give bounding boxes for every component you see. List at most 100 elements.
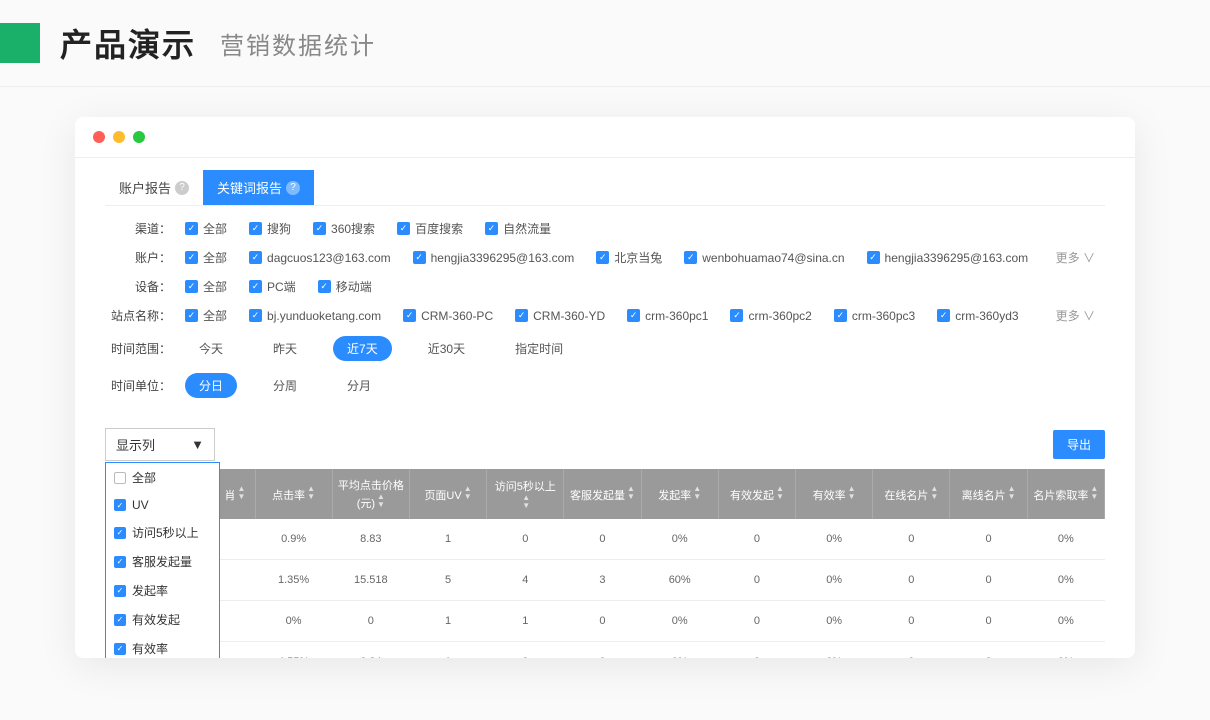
tab-account-report[interactable]: 账户报告 ?	[105, 170, 203, 205]
dropdown-item[interactable]: ✓有效率	[106, 634, 219, 658]
columns-dropdown-button[interactable]: 显示列 ▼	[105, 428, 215, 461]
filter-checkbox[interactable]: ✓wenbohuamao74@sina.cn	[684, 251, 844, 265]
sort-icon[interactable]: ▲▼	[776, 485, 784, 501]
sort-icon[interactable]: ▲▼	[377, 493, 385, 509]
time-option[interactable]: 近7天	[333, 336, 392, 361]
sort-icon[interactable]: ▲▼	[627, 485, 635, 501]
table-cell: 0%	[255, 601, 332, 642]
filter-checkbox[interactable]: ✓dagcuos123@163.com	[249, 251, 391, 265]
filter-row: 账户：✓全部✓dagcuos123@163.com✓hengjia3396295…	[105, 249, 1105, 266]
filter-option-label: crm-360yd3	[955, 309, 1018, 323]
filter-checkbox[interactable]: ✓移动端	[318, 278, 372, 295]
dropdown-item-label: 有效发起	[132, 611, 180, 628]
column-header[interactable]: 肖▲▼	[215, 469, 255, 519]
table-cell	[215, 601, 255, 642]
dropdown-item[interactable]: ✓访问5秒以上	[106, 518, 219, 547]
accent-block	[0, 23, 40, 63]
dropdown-label: 显示列	[116, 435, 155, 454]
time-option[interactable]: 近30天	[414, 336, 479, 361]
column-header[interactable]: 页面UV▲▼	[409, 469, 486, 519]
sort-icon[interactable]: ▲▼	[1090, 485, 1098, 501]
dropdown-item[interactable]: ✓有效发起	[106, 605, 219, 634]
filter-checkbox[interactable]: ✓bj.yunduoketang.com	[249, 309, 381, 323]
filter-checkbox[interactable]: ✓北京当兔	[596, 249, 662, 266]
filter-option-label: wenbohuamao74@sina.cn	[702, 251, 844, 265]
filter-option-label: 全部	[203, 307, 227, 324]
filter-checkbox[interactable]: ✓全部	[185, 249, 227, 266]
filter-checkbox[interactable]: ✓crm-360pc2	[730, 309, 811, 323]
time-option[interactable]: 分月	[333, 373, 385, 398]
filter-checkbox[interactable]: ✓crm-360pc1	[627, 309, 708, 323]
filter-checkbox[interactable]: ✓CRM-360-PC	[403, 309, 493, 323]
column-header[interactable]: 客服发起量▲▼	[564, 469, 641, 519]
filter-options: ✓全部 ✓PC端 ✓移动端	[185, 278, 1105, 295]
filter-checkbox[interactable]: ✓hengjia3396295@163.com	[413, 251, 575, 265]
time-option[interactable]: 分日	[185, 373, 237, 398]
filter-checkbox[interactable]: ✓hengjia3396295@163.com	[867, 251, 1029, 265]
filter-checkbox[interactable]: ✓crm-360yd3	[937, 309, 1018, 323]
tab-keyword-report[interactable]: 关键词报告 ?	[203, 170, 314, 205]
more-toggle[interactable]: 更多 ∨	[1056, 249, 1105, 266]
sort-icon[interactable]: ▲▼	[1008, 485, 1016, 501]
filter-checkbox[interactable]: ✓百度搜索	[397, 220, 463, 237]
sort-icon[interactable]: ▲▼	[848, 485, 856, 501]
sort-icon[interactable]: ▲▼	[693, 485, 701, 501]
column-header[interactable]: 有效率▲▼	[796, 469, 873, 519]
maximize-icon[interactable]	[133, 131, 145, 143]
close-icon[interactable]	[93, 131, 105, 143]
table-cell: 0	[950, 560, 1027, 601]
filter-options: ✓全部✓dagcuos123@163.com✓hengjia3396295@16…	[185, 249, 1056, 266]
column-header[interactable]: 名片索取率▲▼	[1027, 469, 1104, 519]
table-cell: 0	[332, 601, 409, 642]
filter-checkbox[interactable]: ✓PC端	[249, 278, 296, 295]
filter-checkbox[interactable]: ✓全部	[185, 220, 227, 237]
export-button[interactable]: 导出	[1053, 430, 1105, 459]
column-header[interactable]: 有效发起▲▼	[718, 469, 795, 519]
dropdown-item[interactable]: ✓全部	[106, 463, 219, 492]
sort-icon[interactable]: ▲▼	[930, 485, 938, 501]
column-header[interactable]: 发起率▲▼	[641, 469, 718, 519]
filter-checkbox[interactable]: ✓360搜索	[313, 220, 375, 237]
time-option[interactable]: 昨天	[259, 336, 311, 361]
minimize-icon[interactable]	[113, 131, 125, 143]
table-cell: 15.518	[332, 560, 409, 601]
sort-icon[interactable]: ▲▼	[307, 485, 315, 501]
dropdown-item[interactable]: ✓UV	[106, 492, 219, 518]
filter-label: 设备：	[105, 278, 185, 295]
table-cell: 0.9%	[255, 519, 332, 560]
column-header[interactable]: 平均点击价格(元)▲▼	[332, 469, 409, 519]
time-option[interactable]: 今天	[185, 336, 237, 361]
tab-label: 账户报告	[119, 178, 171, 197]
sort-icon[interactable]: ▲▼	[522, 494, 530, 510]
time-option[interactable]: 分周	[259, 373, 311, 398]
sort-icon[interactable]: ▲▼	[238, 485, 246, 501]
filter-checkbox[interactable]: ✓crm-360pc3	[834, 309, 915, 323]
table-cell: 0%	[641, 519, 718, 560]
filter-option-label: hengjia3396295@163.com	[885, 251, 1029, 265]
columns-dropdown-panel[interactable]: ✓全部✓UV✓访问5秒以上✓客服发起量✓发起率✓有效发起✓有效率✓在线名片✓离线…	[105, 462, 220, 658]
check-icon: ✓	[249, 251, 262, 264]
check-icon: ✓	[485, 222, 498, 235]
more-toggle[interactable]: 更多 ∨	[1056, 307, 1105, 324]
dropdown-item[interactable]: ✓发起率	[106, 576, 219, 605]
filter-checkbox[interactable]: ✓CRM-360-YD	[515, 309, 605, 323]
help-icon[interactable]: ?	[286, 181, 300, 195]
table-header-row: 账户肖▲▼点击率▲▼平均点击价格(元)▲▼页面UV▲▼访问5秒以上▲▼客服发起量…	[105, 469, 1105, 519]
check-icon: ✓	[185, 222, 198, 235]
filter-checkbox[interactable]: ✓全部	[185, 307, 227, 324]
filter-checkbox[interactable]: ✓全部	[185, 278, 227, 295]
dropdown-item[interactable]: ✓客服发起量	[106, 547, 219, 576]
check-icon: ✓	[114, 472, 126, 484]
filter-option-label: CRM-360-PC	[421, 309, 493, 323]
tab-label: 关键词报告	[217, 178, 282, 197]
column-header[interactable]: 访问5秒以上▲▼	[487, 469, 564, 519]
filter-checkbox[interactable]: ✓自然流量	[485, 220, 551, 237]
table-row: 堂bj-云朵课堂4.55%6.241000%00%000%	[105, 642, 1105, 659]
column-header[interactable]: 在线名片▲▼	[873, 469, 950, 519]
column-header[interactable]: 离线名片▲▼	[950, 469, 1027, 519]
filter-checkbox[interactable]: ✓搜狗	[249, 220, 291, 237]
sort-icon[interactable]: ▲▼	[464, 485, 472, 501]
time-option[interactable]: 指定时间	[501, 336, 577, 361]
help-icon[interactable]: ?	[175, 181, 189, 195]
column-header[interactable]: 点击率▲▼	[255, 469, 332, 519]
